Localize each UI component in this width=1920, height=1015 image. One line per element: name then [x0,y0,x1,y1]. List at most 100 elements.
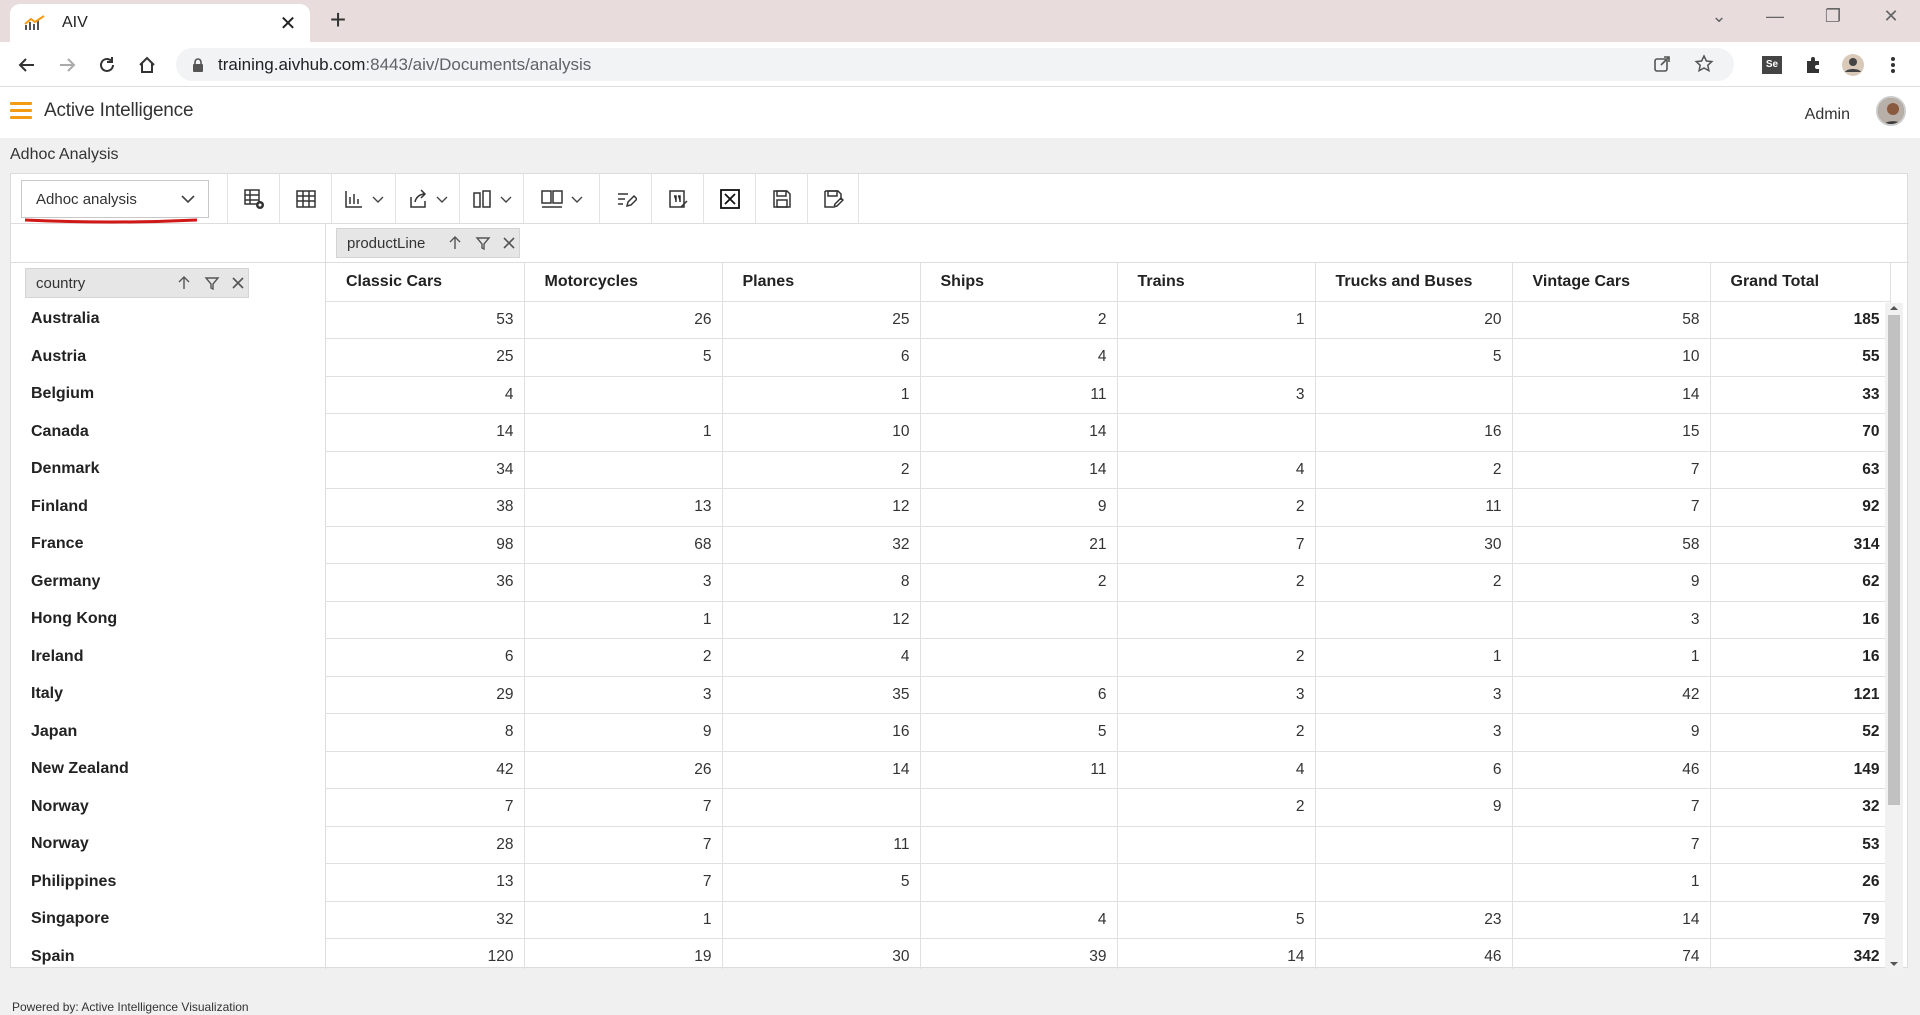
row-header-label[interactable]: Australia [31,310,99,328]
row-header-label[interactable]: New Zealand [31,760,129,778]
scroll-up-icon[interactable] [1885,303,1903,313]
table-cell[interactable] [1117,413,1316,452]
save-button[interactable] [755,174,807,223]
sort-ascending-icon[interactable] [447,235,463,251]
tab-search-icon[interactable]: ⌄ [1704,6,1734,27]
grand-total-cell[interactable]: 79 [1710,901,1891,939]
row-header-label[interactable]: Finland [31,498,88,516]
row-field-pill[interactable]: country [25,268,249,298]
table-cell[interactable]: 1 [524,413,723,452]
table-cell[interactable]: 14 [722,751,921,789]
table-cell[interactable]: 5 [1117,901,1316,939]
column-header[interactable]: Vintage Cars [1512,263,1711,302]
table-cell[interactable]: 98 [326,526,525,564]
table-cell[interactable]: 26 [524,301,723,339]
grand-total-cell[interactable]: 63 [1710,451,1891,489]
table-cell[interactable]: 14 [920,451,1118,489]
grand-total-cell[interactable]: 314 [1710,526,1891,564]
column-header[interactable]: Planes [722,263,921,302]
row-header-label[interactable]: Philippines [31,873,116,891]
table-cell[interactable]: 9 [1512,713,1711,752]
table-cell[interactable]: 2 [524,638,723,677]
table-cell[interactable]: 42 [326,751,525,789]
table-cell[interactable]: 1 [1512,863,1711,902]
grand-total-cell[interactable]: 26 [1710,863,1891,902]
minimize-button[interactable]: — [1760,6,1790,27]
table-cell[interactable]: 28 [326,826,525,864]
table-cell[interactable] [1117,863,1316,902]
layout-dropdown-button[interactable] [459,174,523,223]
table-cell[interactable]: 4 [1117,751,1316,789]
table-cell[interactable]: 3 [524,676,723,714]
filter-icon[interactable] [204,275,220,291]
edit-query-button[interactable] [599,174,651,223]
table-cell[interactable]: 10 [722,413,921,452]
table-cell[interactable]: 3 [1117,376,1316,414]
table-cell[interactable]: 3 [1315,676,1513,714]
table-cell[interactable]: 46 [1512,751,1711,789]
table-cell[interactable]: 1 [524,601,723,639]
table-cell[interactable]: 5 [1315,338,1513,377]
table-cell[interactable] [524,376,723,414]
table-cell[interactable]: 2 [920,301,1118,339]
table-cell[interactable]: 9 [920,488,1118,527]
table-cell[interactable] [1315,601,1513,639]
browser-menu-icon[interactable] [1878,50,1908,80]
table-cell[interactable]: 2 [1315,451,1513,489]
table-cell[interactable]: 7 [1512,788,1711,827]
table-cell[interactable]: 2 [1117,563,1316,602]
table-cell[interactable] [1315,376,1513,414]
table-cell[interactable]: 26 [524,751,723,789]
table-cell[interactable] [326,601,525,639]
table-cell[interactable]: 29 [326,676,525,714]
table-cell[interactable]: 58 [1512,526,1711,564]
home-button[interactable] [132,50,162,80]
chart-dropdown-button[interactable] [331,174,395,223]
grand-total-cell[interactable]: 16 [1710,601,1891,639]
excel-button[interactable] [703,174,755,223]
table-cell[interactable]: 7 [524,826,723,864]
bookmark-star-icon[interactable] [1694,54,1714,74]
table-cell[interactable]: 1 [524,901,723,939]
grand-total-cell[interactable]: 92 [1710,488,1891,527]
table-cell[interactable]: 9 [1512,563,1711,602]
table-cell[interactable] [920,826,1118,864]
layout-alt-dropdown-button[interactable] [523,174,599,223]
row-header-label[interactable]: Singapore [31,910,109,928]
grand-total-cell[interactable]: 16 [1710,638,1891,677]
table-cell[interactable]: 14 [920,413,1118,452]
restore-button[interactable]: ❐ [1818,6,1848,27]
table-cell[interactable]: 1 [1117,301,1316,339]
table-cell[interactable]: 25 [722,301,921,339]
row-header-label[interactable]: Germany [31,573,100,591]
table-cell[interactable]: 12 [722,601,921,639]
grand-total-cell[interactable]: 121 [1710,676,1891,714]
grand-total-cell[interactable]: 70 [1710,413,1891,452]
grand-total-cell[interactable]: 52 [1710,713,1891,752]
table-cell[interactable]: 2 [1117,638,1316,677]
table-cell[interactable]: 5 [722,863,921,902]
table-cell[interactable]: 9 [524,713,723,752]
avatar[interactable] [1876,96,1906,126]
table-cell[interactable]: 20 [1315,301,1513,339]
table-cell[interactable]: 12 [722,488,921,527]
table-cell[interactable]: 34 [326,451,525,489]
row-header-label[interactable]: Norway [31,798,89,816]
grand-total-cell[interactable]: 55 [1710,338,1891,377]
grand-total-cell[interactable]: 185 [1710,301,1891,339]
row-header-label[interactable]: Austria [31,348,86,366]
table-cell[interactable]: 30 [1315,526,1513,564]
user-name[interactable]: Admin [1805,106,1850,124]
table-cell[interactable]: 7 [1512,826,1711,864]
table-cell[interactable]: 2 [1117,788,1316,827]
analysis-mode-select[interactable]: Adhoc analysis [21,180,209,218]
table-cell[interactable]: 4 [920,338,1118,377]
table-cell[interactable]: 5 [524,338,723,377]
back-button[interactable] [12,50,42,80]
table-cell[interactable]: 11 [722,826,921,864]
column-header[interactable]: Grand Total [1710,263,1891,302]
browser-tab[interactable]: AIV ✕ [10,4,310,42]
share-icon[interactable] [1652,54,1672,74]
table-cell[interactable]: 42 [1512,676,1711,714]
table-cell[interactable]: 3 [524,563,723,602]
